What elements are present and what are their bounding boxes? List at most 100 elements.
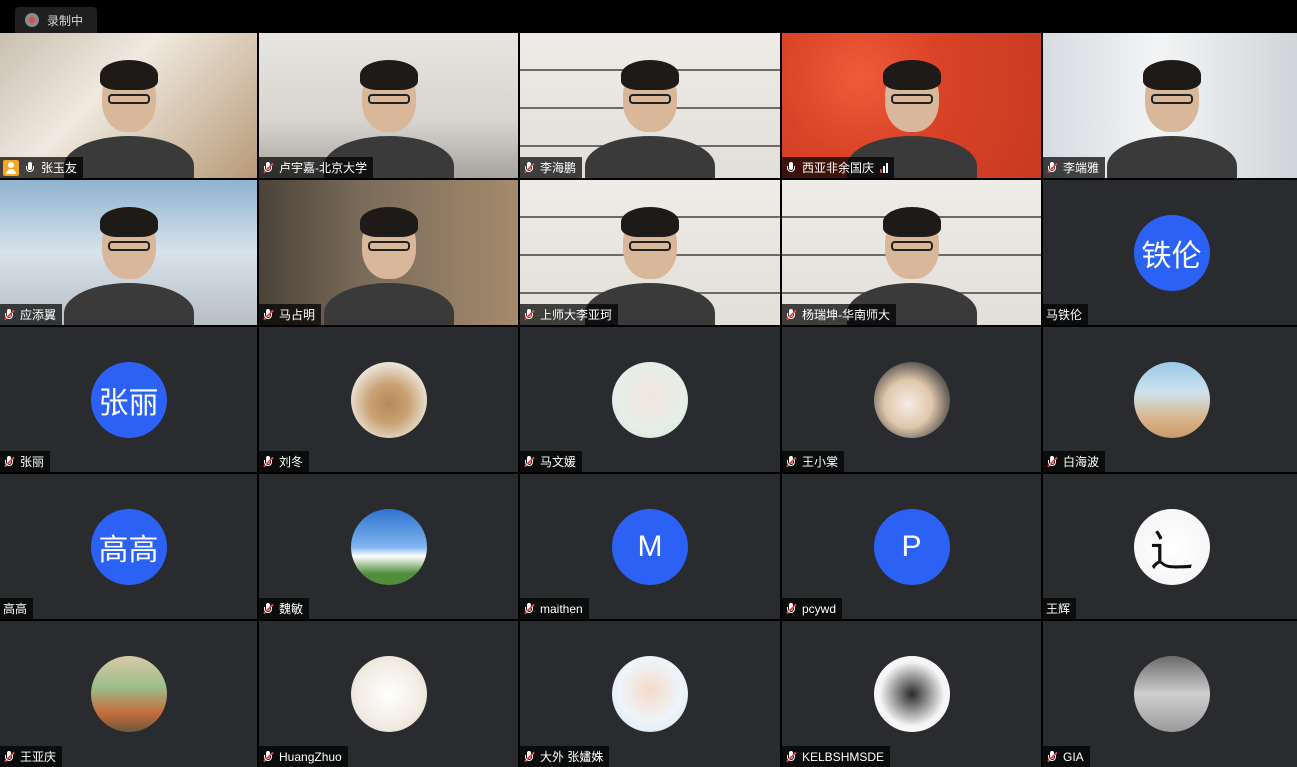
participant-name: 杨瑞坤-华南师大 (802, 308, 890, 322)
participant-tile[interactable]: 辶王辉 (1043, 474, 1297, 619)
host-icon (3, 159, 19, 176)
bw-street-photo-avatar (1133, 656, 1210, 732)
microphone-muted-icon (262, 308, 274, 322)
participant-tile[interactable]: 西亚非余国庆 (782, 33, 1041, 178)
microphone-muted-icon (3, 455, 15, 469)
participant-name-label: 大外 张嫿姝 (520, 746, 610, 767)
avatar-initials: M (612, 508, 688, 585)
participant-name: 王小棠 (802, 455, 839, 469)
participant-name: 王亚庆 (20, 750, 57, 764)
participant-name-label: 刘冬 (259, 451, 310, 472)
participant-name: 西亚非余国庆 (802, 161, 875, 175)
participant-name: 刘冬 (279, 455, 304, 469)
participant-tile[interactable]: 卢宇嘉-北京大学 (259, 33, 518, 178)
participant-name: HuangZhuo (279, 749, 342, 764)
participant-tile[interactable]: 马文媛 (520, 327, 780, 472)
participant-tile[interactable]: HuangZhuo (259, 621, 518, 767)
participant-name: 马铁伦 (1046, 308, 1083, 322)
microphone-muted-icon (262, 750, 274, 764)
participant-name: 马文媛 (540, 455, 577, 469)
participant-tile[interactable]: Ppcywd (782, 474, 1041, 619)
participant-name: 卢宇嘉-北京大学 (279, 161, 367, 175)
participant-tile[interactable]: 白海波 (1043, 327, 1297, 472)
participant-name-label: 张玉友 (0, 157, 84, 178)
participant-name-label: 上师大李亚珂 (520, 304, 619, 325)
microphone-muted-icon (1046, 161, 1058, 175)
participant-name-label: 王辉 (1043, 598, 1077, 619)
microphone-muted-icon (262, 161, 274, 175)
participant-video (1106, 58, 1237, 178)
microphone-muted-icon (785, 602, 797, 616)
participant-tile[interactable]: 马占明 (259, 180, 518, 325)
audio-level-icon (880, 162, 889, 173)
participant-tile[interactable]: 上师大李亚珂 (520, 180, 780, 325)
gallery-grid: 张玉友 卢宇嘉-北京大学 李海鹏 西亚非余国庆 李端雅应添翼 马占明 上师大李亚珂 杨瑞坤-华… (0, 33, 1297, 767)
participant-name: GIA (1063, 749, 1084, 764)
microphone-muted-icon (3, 308, 15, 322)
microphone-icon (24, 161, 36, 175)
silhouette-photo-avatar (873, 656, 950, 732)
participant-name-label: 王亚庆 (0, 746, 63, 767)
microphone-muted-icon (262, 455, 274, 469)
participant-tile[interactable]: KELBSHMSDE (782, 621, 1041, 767)
participant-name-label: 马文媛 (520, 451, 583, 472)
participant-tile[interactable]: 应添翼 (0, 180, 257, 325)
participant-name: 李海鹏 (540, 161, 577, 175)
participant-name: maithen (540, 601, 583, 616)
participant-tile[interactable]: 铁伦 马铁伦 (1043, 180, 1297, 325)
illustration-girl-avatar (612, 361, 688, 438)
participant-tile[interactable]: 高高 高高 (0, 474, 257, 619)
calligraphy-character-avatar: 辶 (1133, 508, 1210, 585)
participant-tile[interactable]: 李端雅 (1043, 33, 1297, 178)
participant-name: KELBSHMSDE (802, 749, 885, 764)
participant-name-label: 应添翼 (0, 304, 63, 325)
participant-tile[interactable]: 张丽 张丽 (0, 327, 257, 472)
running-photo-avatar (90, 656, 167, 732)
avatar-initials: 张丽 (90, 361, 167, 438)
microphone-muted-icon (3, 750, 15, 764)
recording-icon (25, 13, 39, 27)
recording-label: 录制中 (47, 13, 84, 28)
participant-name-label: 李端雅 (1043, 157, 1106, 178)
portrait-photo-avatar (612, 656, 688, 732)
participant-name-label: GIA (1043, 746, 1090, 767)
participant-video (585, 58, 715, 178)
microphone-muted-icon (523, 602, 535, 616)
participant-tile[interactable]: 李海鹏 (520, 33, 780, 178)
participant-tile[interactable]: 大外 张嫿姝 (520, 621, 780, 767)
top-bar: 录制中 (0, 0, 1297, 33)
participant-name-label: pcywd (782, 598, 843, 619)
participant-name-label: 王小棠 (782, 451, 845, 472)
microphone-muted-icon (523, 308, 535, 322)
participant-tile[interactable]: Mmaithen (520, 474, 780, 619)
participant-tile[interactable]: 王亚庆 (0, 621, 257, 767)
participant-name: 白海波 (1063, 455, 1100, 469)
participant-tile[interactable]: 王小棠 (782, 327, 1041, 472)
participant-name-label: 魏敏 (259, 598, 310, 619)
microphone-muted-icon (785, 750, 797, 764)
participant-name: 王辉 (1046, 602, 1071, 616)
microphone-muted-icon (523, 455, 535, 469)
participant-name: 张玉友 (41, 161, 78, 175)
participant-tile[interactable]: 刘冬 (259, 327, 518, 472)
recording-indicator[interactable]: 录制中 (15, 7, 97, 33)
avatar-initials: P (873, 508, 950, 585)
participant-name: 李端雅 (1063, 161, 1100, 175)
tiger-drawing-avatar (350, 656, 427, 732)
participant-tile[interactable]: GIA (1043, 621, 1297, 767)
participant-name-label: 杨瑞坤-华南师大 (782, 304, 896, 325)
participant-name: pcywd (802, 601, 837, 616)
participant-tile[interactable]: 张玉友 (0, 33, 257, 178)
participant-tile[interactable]: 杨瑞坤-华南师大 (782, 180, 1041, 325)
participant-name-label: 白海波 (1043, 451, 1106, 472)
participant-name: 大外 张嫿姝 (540, 750, 604, 764)
participant-name: 高高 (3, 602, 28, 616)
microphone-muted-icon (1046, 455, 1058, 469)
participant-tile[interactable]: 魏敏 (259, 474, 518, 619)
avatar-initials: 高高 (90, 508, 167, 585)
participant-name-label: 张丽 (0, 451, 51, 472)
participant-name: 张丽 (20, 455, 45, 469)
participant-name-label: KELBSHMSDE (782, 746, 891, 767)
microphone-muted-icon (262, 602, 274, 616)
participant-name: 上师大李亚珂 (540, 308, 613, 322)
